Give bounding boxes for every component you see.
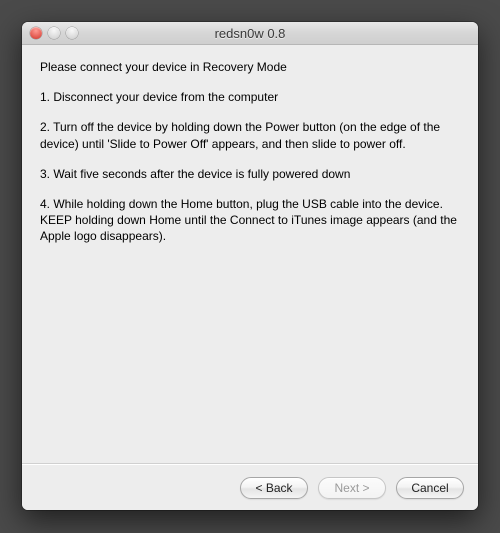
close-icon[interactable]	[30, 27, 42, 39]
cancel-button[interactable]: Cancel	[396, 477, 464, 499]
content-area: Please connect your device in Recovery M…	[22, 45, 478, 463]
next-button: Next >	[318, 477, 386, 499]
step-3: 3. Wait five seconds after the device is…	[40, 166, 460, 182]
titlebar: redsn0w 0.8	[22, 22, 478, 45]
step-2: 2. Turn off the device by holding down t…	[40, 119, 460, 151]
step-4: 4. While holding down the Home button, p…	[40, 196, 460, 245]
minimize-icon[interactable]	[48, 27, 60, 39]
window-title: redsn0w 0.8	[22, 26, 478, 41]
traffic-lights	[22, 27, 78, 39]
back-button[interactable]: < Back	[240, 477, 308, 499]
intro-text: Please connect your device in Recovery M…	[40, 59, 460, 75]
footer-bar: < Back Next > Cancel	[22, 463, 478, 510]
zoom-icon[interactable]	[66, 27, 78, 39]
app-window: redsn0w 0.8 Please connect your device i…	[22, 22, 478, 510]
step-1: 1. Disconnect your device from the compu…	[40, 89, 460, 105]
